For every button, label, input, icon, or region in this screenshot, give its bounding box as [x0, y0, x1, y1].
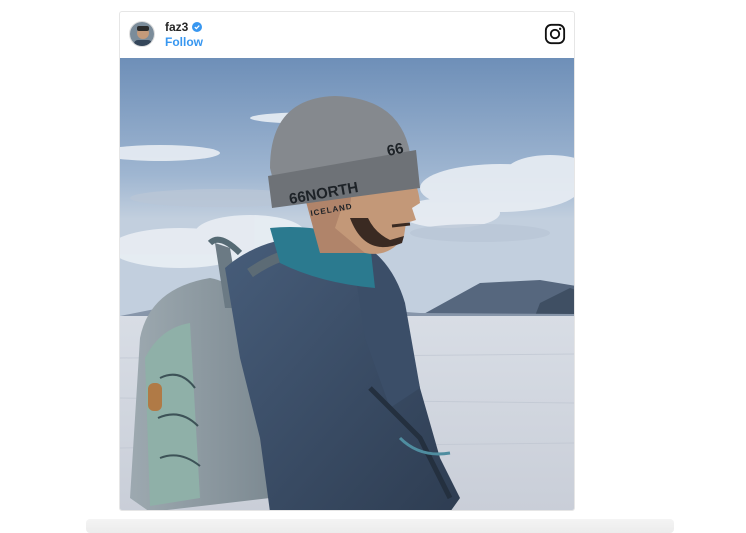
photo-scene: 66NORTH ICELAND 66	[120, 58, 574, 510]
post-header: faz3 Follow	[120, 12, 574, 58]
avatar-image	[130, 22, 154, 46]
next-embed-edge	[86, 519, 674, 533]
beanie-logo-text: 66	[385, 140, 405, 160]
instagram-icon[interactable]	[544, 23, 566, 45]
username-row: faz3	[165, 20, 203, 34]
post-photo[interactable]: 66NORTH ICELAND 66	[120, 58, 574, 510]
verified-badge-icon	[192, 22, 203, 32]
avatar[interactable]	[129, 21, 155, 47]
follow-button[interactable]: Follow	[165, 35, 203, 49]
username[interactable]: faz3	[165, 20, 188, 34]
instagram-embed-card: faz3 Follow 66NORTH ICELAND 66	[119, 11, 575, 511]
